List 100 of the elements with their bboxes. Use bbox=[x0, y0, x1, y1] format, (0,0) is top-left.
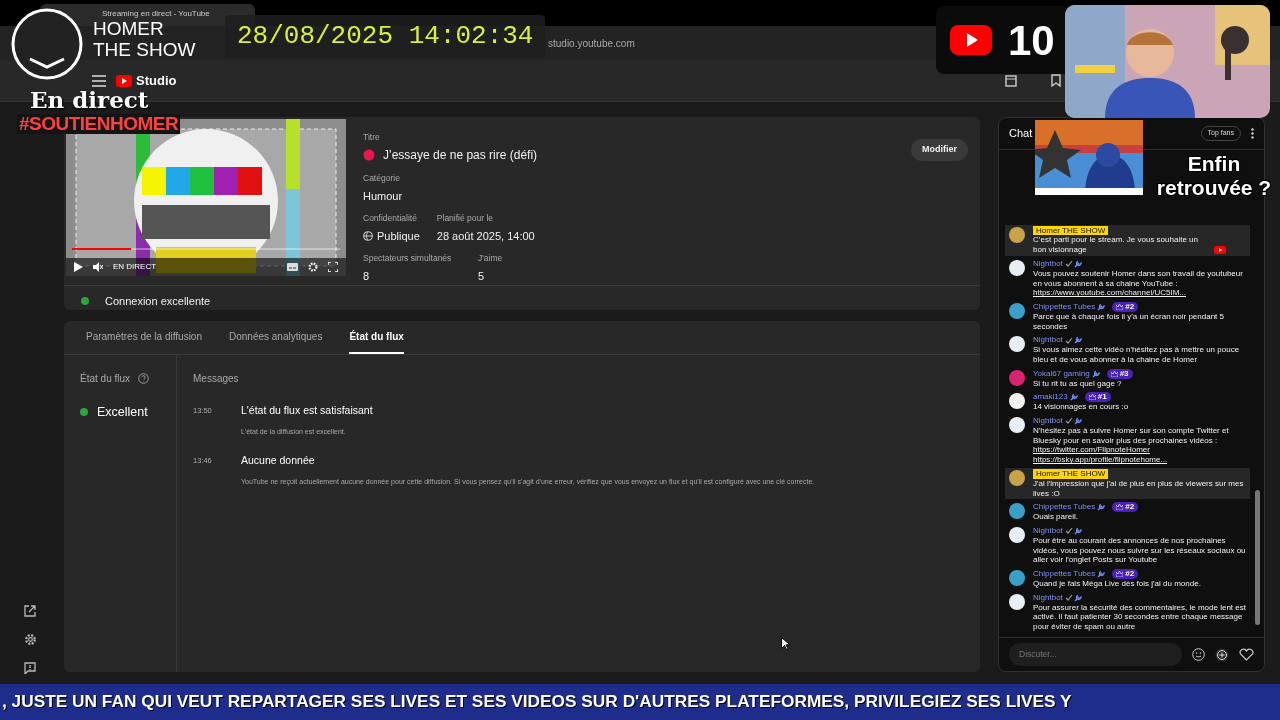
connection-status: Connexion excellente bbox=[105, 293, 211, 309]
chat-message: Quand je fais Méga Live dès fois j'ai du monde. bbox=[1033, 579, 1201, 589]
chat-message: Ouais pareil. bbox=[1033, 512, 1078, 523]
chat-title: Chat bbox=[1009, 126, 1033, 142]
verified-icon bbox=[1064, 417, 1073, 425]
live-label: EN DIRECT bbox=[113, 261, 157, 273]
section-label: État du flux bbox=[80, 371, 131, 386]
chat-author[interactable]: Chippettes Tubes bbox=[1033, 302, 1096, 312]
badge-rank: #2 bbox=[1125, 302, 1135, 312]
crown-icon bbox=[1110, 370, 1118, 377]
wrench-icon bbox=[1073, 416, 1082, 425]
badge-rank: #2 bbox=[1125, 502, 1135, 513]
chat-author[interactable]: Nightbot bbox=[1033, 335, 1063, 346]
field-label: Titre bbox=[363, 131, 381, 144]
emoji-icon[interactable] bbox=[1192, 648, 1205, 661]
url-text[interactable]: studio.youtube.com bbox=[548, 35, 635, 51]
ticker-text: , JUSTE UN FAN QUI VEUT REPARTAGER SES LIVES ET SES VIDEOS SUR D'AUTRES PLATEFORMES, PRIVILEGIEZ SES LIVES Y bbox=[1, 690, 1072, 714]
subscriber-count: 10 bbox=[1008, 15, 1055, 66]
field-label: Catégorie bbox=[363, 171, 401, 185]
chat-author[interactable]: Yokai67 gaming bbox=[1033, 368, 1090, 379]
wrench-icon bbox=[1091, 369, 1100, 378]
field-value: 8 bbox=[363, 269, 370, 284]
crown-icon bbox=[1116, 304, 1124, 310]
health-status: Excellent bbox=[97, 404, 148, 421]
more-icon[interactable] bbox=[1251, 128, 1254, 139]
verified-icon bbox=[1064, 260, 1073, 268]
chat-author[interactable]: Chippettes Tubes bbox=[1033, 502, 1096, 513]
chat-message: Vous pouvez soutenir Homer dans son travail de youtubeur en vous abonnent à sa chaine YouTube : https://www.youtube.com/channel/UC5IM... bbox=[1033, 268, 1244, 299]
field-label: Spectateurs simultanés bbox=[363, 252, 453, 265]
tab[interactable]: Paramètres de la diffusion bbox=[86, 321, 202, 354]
chat-input[interactable]: Discuter... bbox=[1009, 643, 1182, 666]
clock-text: 28/08/2025 14:02:34 bbox=[225, 15, 546, 58]
field-value: Humour bbox=[363, 188, 403, 204]
crown-icon bbox=[1116, 571, 1124, 578]
wrench-icon bbox=[1097, 503, 1106, 512]
chat-message: Parce que à chaque fois il y'a un écran noir pendant 5 secondes bbox=[1033, 311, 1225, 332]
chat-author[interactable]: amaki123 bbox=[1033, 392, 1068, 403]
logo-icon bbox=[116, 74, 132, 87]
chat-message: N'hésitez pas à suivre Homer sur son compte Twitter et Bluesky pour en savoir plus des prochaines vidéos : https://twitter.com/FlipnoteHomer https://bsky.app/profile/flipnotehome... bbox=[1033, 425, 1230, 466]
chat-link[interactable]: https://twitter.com/FlipnoteHomer bbox=[1033, 445, 1150, 455]
chat-author[interactable]: Chippettes Tubes bbox=[1033, 569, 1096, 579]
crown-icon bbox=[1088, 394, 1096, 401]
caption-text: Enfin retrouvée ? bbox=[1155, 152, 1273, 200]
heart-icon[interactable] bbox=[1239, 648, 1254, 661]
external-link-icon[interactable] bbox=[24, 605, 36, 617]
chat-message: Pour assurer la sécurité des commentaires, le mode lent est activé. Il faut patienter 30 secondes entre chaque message pour éviter de spam ou autre bbox=[1033, 602, 1246, 632]
field-value: 5 bbox=[478, 269, 485, 284]
cursor-icon bbox=[781, 637, 790, 650]
chat-author[interactable]: Nightbot bbox=[1033, 258, 1063, 269]
field-value: Publique bbox=[377, 228, 420, 244]
verified-icon bbox=[1064, 594, 1073, 602]
add-icon[interactable] bbox=[1215, 647, 1229, 662]
status-dot bbox=[80, 408, 88, 417]
globe-icon bbox=[363, 231, 373, 241]
chat-message: J'ai l'impression que j'ai de plus en plus de viewers sur mes lives :O bbox=[1033, 478, 1245, 499]
wrench-icon bbox=[1069, 393, 1078, 402]
badge-rank: #1 bbox=[1097, 392, 1107, 403]
chat-author[interactable]: Nightbot bbox=[1033, 416, 1063, 426]
wrench-icon bbox=[1073, 259, 1082, 268]
feedback-icon[interactable] bbox=[24, 662, 36, 674]
tab[interactable]: Données analytiques bbox=[229, 321, 323, 354]
help-icon[interactable] bbox=[138, 373, 150, 384]
studio-logo-text[interactable]: Studio bbox=[136, 70, 177, 91]
edit-button[interactable]: Modifier bbox=[911, 139, 968, 161]
play-icon[interactable] bbox=[74, 262, 83, 272]
youtube-icon bbox=[950, 25, 992, 55]
mute-icon[interactable] bbox=[93, 262, 103, 272]
live-text: En direct bbox=[30, 88, 149, 112]
wrench-icon bbox=[1097, 303, 1106, 311]
section-label: Messages bbox=[193, 372, 240, 386]
wrench-icon bbox=[1073, 526, 1082, 535]
chat-link[interactable]: https://www.youtube.com/channel/UC5IM... bbox=[1033, 288, 1186, 298]
fullscreen-icon[interactable] bbox=[328, 262, 338, 272]
field-label: Planifié pour le bbox=[436, 212, 495, 225]
chat-author[interactable]: Homer THE SHOW bbox=[1033, 469, 1109, 479]
settings-icon[interactable] bbox=[23, 633, 37, 646]
message-title: Aucune donnée bbox=[241, 453, 316, 469]
menu-icon[interactable] bbox=[92, 74, 106, 87]
chat-author[interactable]: Homer THE SHOW bbox=[1033, 225, 1109, 236]
chat-message: 14 visionnages en cours :o bbox=[1033, 402, 1129, 413]
bookmark-icon[interactable] bbox=[1051, 74, 1061, 87]
crown-icon bbox=[1116, 504, 1124, 511]
badge-rank: #3 bbox=[1119, 368, 1129, 379]
tab[interactable]: État du flux bbox=[349, 321, 404, 354]
verified-icon bbox=[1064, 336, 1073, 344]
message-title: L'état du flux est satisfaisant bbox=[241, 403, 373, 418]
chat-author[interactable]: Nightbot bbox=[1033, 526, 1063, 536]
wrench-icon bbox=[1073, 336, 1082, 345]
captions-icon[interactable] bbox=[287, 263, 298, 271]
chat-message: C’est parti pour le stream. Je vous souhaite un bon visionnage bbox=[1033, 235, 1199, 255]
tab-title: Streaming en direct - YouTube bbox=[102, 8, 210, 20]
video-title: J’essaye de ne pas rire (défi) bbox=[383, 146, 538, 164]
window-icon[interactable] bbox=[1005, 74, 1017, 87]
channel-name: THE SHOW bbox=[93, 39, 196, 60]
hashtag-text: #SOUTIENHOMER bbox=[17, 114, 181, 134]
chat-author[interactable]: Nightbot bbox=[1033, 592, 1063, 603]
chat-message: Si tu rit tu as quel gage ? bbox=[1033, 378, 1122, 389]
scrollbar[interactable] bbox=[1255, 490, 1260, 625]
chat-link[interactable]: https://bsky.app/profile/flipnotehome... bbox=[1033, 455, 1168, 465]
status-dot bbox=[81, 297, 89, 305]
